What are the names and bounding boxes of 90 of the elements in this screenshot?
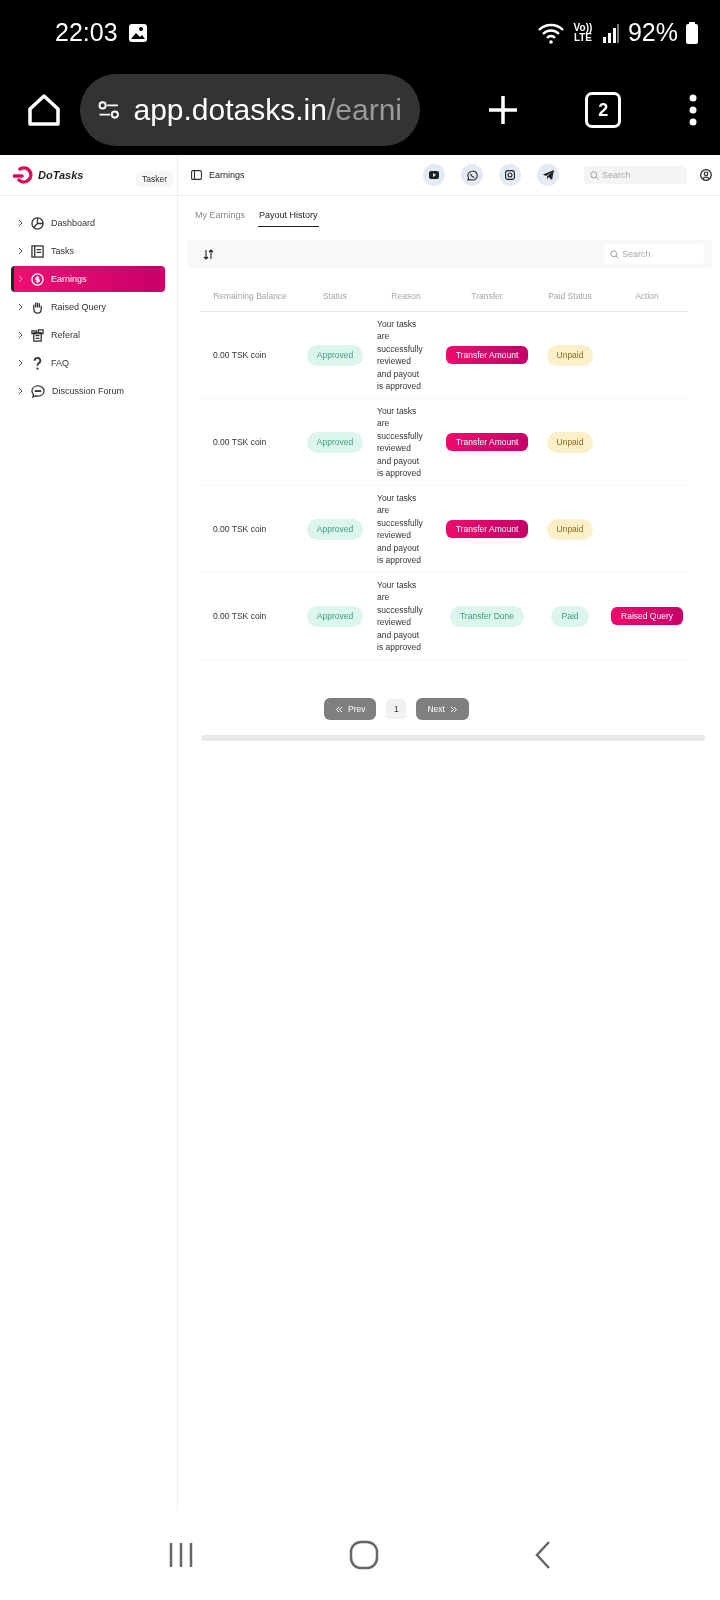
- paid-status-badge: Unpaid: [546, 344, 594, 366]
- column-header: Transfer: [441, 281, 533, 312]
- status-badge: Approved: [306, 518, 364, 540]
- scrollbar[interactable]: [201, 735, 705, 741]
- transfer-button[interactable]: Transfer Amount: [445, 520, 529, 538]
- clock: 22:03: [55, 18, 118, 47]
- image-icon: [127, 22, 148, 43]
- sidebar-toggle-icon[interactable]: [191, 170, 202, 180]
- sidebar-item[interactable]: Referal: [11, 322, 165, 348]
- logo-icon: [13, 166, 33, 184]
- column-header: Action: [607, 281, 687, 312]
- status-badge: Approved: [306, 431, 364, 453]
- address-bar[interactable]: app.dotasks.in/earni: [80, 74, 420, 146]
- chevron-icon: [18, 303, 24, 311]
- next-button[interactable]: Next: [416, 698, 469, 720]
- hand-icon: [31, 300, 44, 314]
- page-title: Earnings: [209, 170, 245, 180]
- sidebar-item[interactable]: Raised Query: [11, 294, 165, 320]
- pie-chart-icon: [31, 216, 44, 230]
- double-chevron-icon: [449, 705, 458, 713]
- social-link[interactable]: [537, 164, 559, 186]
- paid-status-badge: Unpaid: [546, 431, 594, 453]
- paid-status-badge: Unpaid: [546, 518, 594, 540]
- sidebar-item[interactable]: FAQ: [11, 350, 165, 376]
- column-header: Reason: [371, 281, 441, 312]
- logo-text: DoTasks: [38, 169, 84, 181]
- back-icon[interactable]: [533, 1540, 553, 1570]
- search-icon: [590, 171, 599, 180]
- search-field[interactable]: Search: [604, 244, 704, 264]
- sidebar-item[interactable]: Earnings: [11, 266, 165, 292]
- social-link[interactable]: [423, 164, 445, 186]
- paid-status-badge: Paid: [551, 605, 589, 627]
- page-number[interactable]: 1: [386, 699, 407, 719]
- reason-text: Your tasks are successfully reviewed and payout is approved: [377, 492, 423, 565]
- chevron-icon: [18, 275, 24, 283]
- menu-icon[interactable]: [688, 94, 698, 126]
- column-header: Remaining Balance: [201, 281, 299, 312]
- transfer-button[interactable]: Transfer Amount: [445, 433, 529, 451]
- network-label: Vo)) LTE: [572, 22, 594, 43]
- camera-icon: [505, 170, 515, 180]
- double-chevron-icon: [335, 705, 343, 713]
- chevron-icon: [18, 247, 24, 255]
- balance-cell: 0.00 TSK coin: [213, 437, 267, 447]
- balance-cell: 0.00 TSK coin: [213, 524, 267, 534]
- reason-text: Your tasks are successfully reviewed and payout is approved: [377, 579, 423, 652]
- chevron-icon: [18, 331, 24, 339]
- column-header: Paid Status: [533, 281, 607, 312]
- balance-cell: 0.00 TSK coin: [213, 350, 267, 360]
- sort-icon[interactable]: [203, 248, 214, 260]
- search-field[interactable]: Search: [584, 166, 687, 184]
- transfer-button[interactable]: Transfer Amount: [445, 346, 529, 364]
- prev-button[interactable]: Prev: [324, 698, 377, 720]
- balance-cell: 0.00 TSK coin: [213, 611, 267, 621]
- sidebar-item[interactable]: Discussion Forum: [11, 378, 165, 404]
- user-icon[interactable]: [700, 169, 712, 181]
- social-link[interactable]: [461, 164, 483, 186]
- tab[interactable]: My Earnings: [194, 210, 247, 227]
- search-icon: [610, 250, 619, 259]
- paper-plane-icon: [542, 170, 554, 180]
- sidebar-item[interactable]: Dashboard: [11, 210, 165, 236]
- battery-icon: [686, 21, 698, 44]
- tab-count[interactable]: 2: [585, 92, 622, 128]
- list-icon: [31, 244, 44, 258]
- status-badge: Approved: [306, 605, 364, 627]
- chevron-icon: [18, 359, 24, 367]
- site-settings-icon[interactable]: [98, 98, 120, 122]
- chat-icon: [31, 384, 45, 398]
- social-link[interactable]: [499, 164, 521, 186]
- chevron-icon: [18, 387, 24, 395]
- play-icon: [429, 171, 439, 179]
- status-badge: Approved: [306, 344, 364, 366]
- dollar-icon: [31, 272, 44, 286]
- referral-icon: [31, 328, 44, 342]
- battery-level: 92%: [627, 18, 678, 47]
- column-header: Status: [299, 281, 371, 312]
- home-icon[interactable]: [26, 92, 62, 128]
- phone-bubble-icon: [466, 169, 478, 181]
- wifi-icon: [537, 21, 564, 44]
- chevron-icon: [18, 219, 24, 227]
- transfer-status: Transfer Done: [450, 605, 524, 627]
- raised-query-button[interactable]: Raised Query: [611, 607, 683, 625]
- recent-apps-icon[interactable]: [167, 1541, 195, 1569]
- new-tab-icon[interactable]: [486, 94, 519, 126]
- reason-text: Your tasks are successfully reviewed and payout is approved: [377, 318, 423, 391]
- question-icon: [31, 356, 44, 370]
- signal-icon: [601, 22, 620, 43]
- role-badge: Tasker: [135, 171, 173, 187]
- reason-text: Your tasks are successfully reviewed and payout is approved: [377, 405, 423, 478]
- tab[interactable]: Payout History: [258, 210, 319, 227]
- sidebar-item[interactable]: Tasks: [11, 238, 165, 264]
